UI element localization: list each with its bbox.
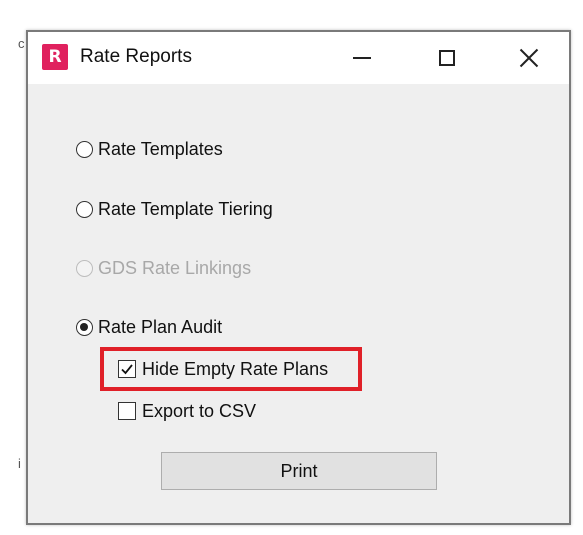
title-bar: R Rate Reports xyxy=(28,32,569,84)
checkbox-label: Hide Empty Rate Plans xyxy=(142,358,329,379)
checkbox-label: Export to CSV xyxy=(142,400,257,421)
print-button[interactable]: Print xyxy=(161,452,437,490)
radio-button-selected[interactable] xyxy=(76,318,93,336)
background-fragment: i xyxy=(18,456,21,471)
radio-label: GDS Rate Linkings xyxy=(98,257,252,278)
maximize-button[interactable] xyxy=(424,38,470,78)
radio-button[interactable] xyxy=(76,200,93,218)
minimize-button[interactable] xyxy=(339,38,385,78)
radio-button[interactable] xyxy=(76,140,93,158)
window-title: Rate Reports xyxy=(80,46,192,67)
close-icon xyxy=(519,48,539,68)
radio-rate-plan-audit[interactable]: Rate Plan Audit xyxy=(76,314,222,340)
checkmark-icon xyxy=(121,364,133,375)
rate-reports-dialog: R Rate Reports Rate Templates Rate Templ… xyxy=(26,30,571,525)
radio-gds-rate-linkings: GDS Rate Linkings xyxy=(76,255,251,281)
screen: c i R Rate Reports Rate Templates Rate T… xyxy=(0,0,583,535)
checkbox-checked[interactable] xyxy=(118,360,136,378)
checkbox-unchecked[interactable] xyxy=(118,402,136,420)
radio-label: Rate Plan Audit xyxy=(98,316,223,337)
close-button[interactable] xyxy=(506,38,552,78)
radio-button-disabled xyxy=(76,259,93,277)
background-fragment: c xyxy=(18,36,25,51)
minimize-icon xyxy=(353,57,371,59)
radio-label: Rate Templates xyxy=(98,138,223,159)
app-logo-icon: R xyxy=(42,44,68,70)
checkbox-export-to-csv[interactable]: Export to CSV xyxy=(118,398,256,424)
maximize-icon xyxy=(439,50,455,66)
radio-rate-templates[interactable]: Rate Templates xyxy=(76,136,223,162)
radio-label: Rate Template Tiering xyxy=(98,198,273,219)
checkbox-hide-empty-rate-plans[interactable]: Hide Empty Rate Plans xyxy=(118,356,328,382)
radio-rate-template-tiering[interactable]: Rate Template Tiering xyxy=(76,196,273,222)
